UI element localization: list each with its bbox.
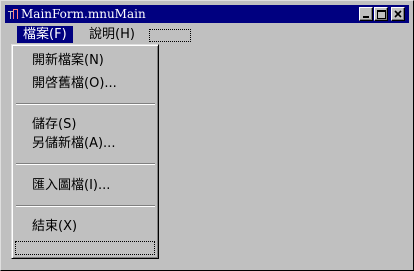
minimize-icon bbox=[363, 16, 369, 18]
menu-item-save-label: 儲存 bbox=[32, 117, 59, 132]
file-menu-dropdown: 開新檔案(N) 開啓舊檔(O)... 儲存(S) 另儲新檔(A)... 匯入圖檔… bbox=[11, 44, 159, 259]
menu-item-import-image-accel: (I)... bbox=[84, 178, 111, 193]
menu-item-new-file-accel: (N) bbox=[84, 53, 104, 68]
minimize-button[interactable] bbox=[359, 7, 373, 21]
menu-item-save[interactable]: 儲存(S) bbox=[32, 116, 76, 134]
menu-item-save-as[interactable]: 另儲新檔(A)... bbox=[32, 135, 115, 153]
close-icon bbox=[394, 10, 402, 18]
menu-help-label: 說明 bbox=[89, 27, 116, 42]
menu-item-exit-accel: (X) bbox=[58, 219, 78, 234]
menu-item-open-file-label: 開啓舊檔 bbox=[32, 76, 85, 91]
menu-item-empty-placeholder[interactable] bbox=[15, 241, 155, 255]
main-form-window: MainForm.mnuMain 檔案(F) 說明(H) 開新檔案(N) 開啓舊… bbox=[0, 0, 414, 271]
menu-separator bbox=[16, 103, 155, 105]
maximize-icon bbox=[376, 9, 386, 19]
menu-help[interactable]: 說明(H) bbox=[83, 26, 141, 43]
menu-item-import-image-label: 匯入圖檔 bbox=[32, 178, 85, 193]
app-icon[interactable] bbox=[8, 8, 19, 20]
title-bar[interactable]: MainForm.mnuMain bbox=[5, 5, 409, 23]
menu-item-save-as-label: 另儲新檔 bbox=[32, 136, 85, 151]
menu-item-new-file-label: 開新檔案 bbox=[32, 53, 85, 68]
menu-item-exit-label: 結束 bbox=[32, 219, 59, 234]
maximize-button[interactable] bbox=[374, 7, 388, 21]
menu-help-accel: (H) bbox=[115, 27, 135, 42]
close-button[interactable] bbox=[391, 7, 405, 21]
menu-item-exit[interactable]: 結束(X) bbox=[32, 218, 77, 236]
menu-file-label: 檔案 bbox=[23, 27, 50, 42]
menu-item-new-file[interactable]: 開新檔案(N) bbox=[32, 52, 104, 70]
menu-bar: 檔案(F) 說明(H) bbox=[5, 24, 409, 44]
menu-separator bbox=[16, 205, 155, 207]
menu-empty-placeholder[interactable] bbox=[149, 29, 191, 42]
menu-item-save-accel: (S) bbox=[58, 117, 77, 132]
menu-item-open-file-accel: (O)... bbox=[84, 76, 117, 91]
menu-file-accel: (F) bbox=[49, 27, 67, 42]
menu-separator bbox=[16, 163, 155, 165]
menu-item-open-file[interactable]: 開啓舊檔(O)... bbox=[32, 75, 117, 93]
menu-item-save-as-accel: (A)... bbox=[84, 136, 116, 151]
menu-item-import-image[interactable]: 匯入圖檔(I)... bbox=[32, 177, 110, 195]
menu-file[interactable]: 檔案(F) bbox=[17, 26, 73, 43]
window-title: MainForm.mnuMain bbox=[21, 7, 146, 21]
